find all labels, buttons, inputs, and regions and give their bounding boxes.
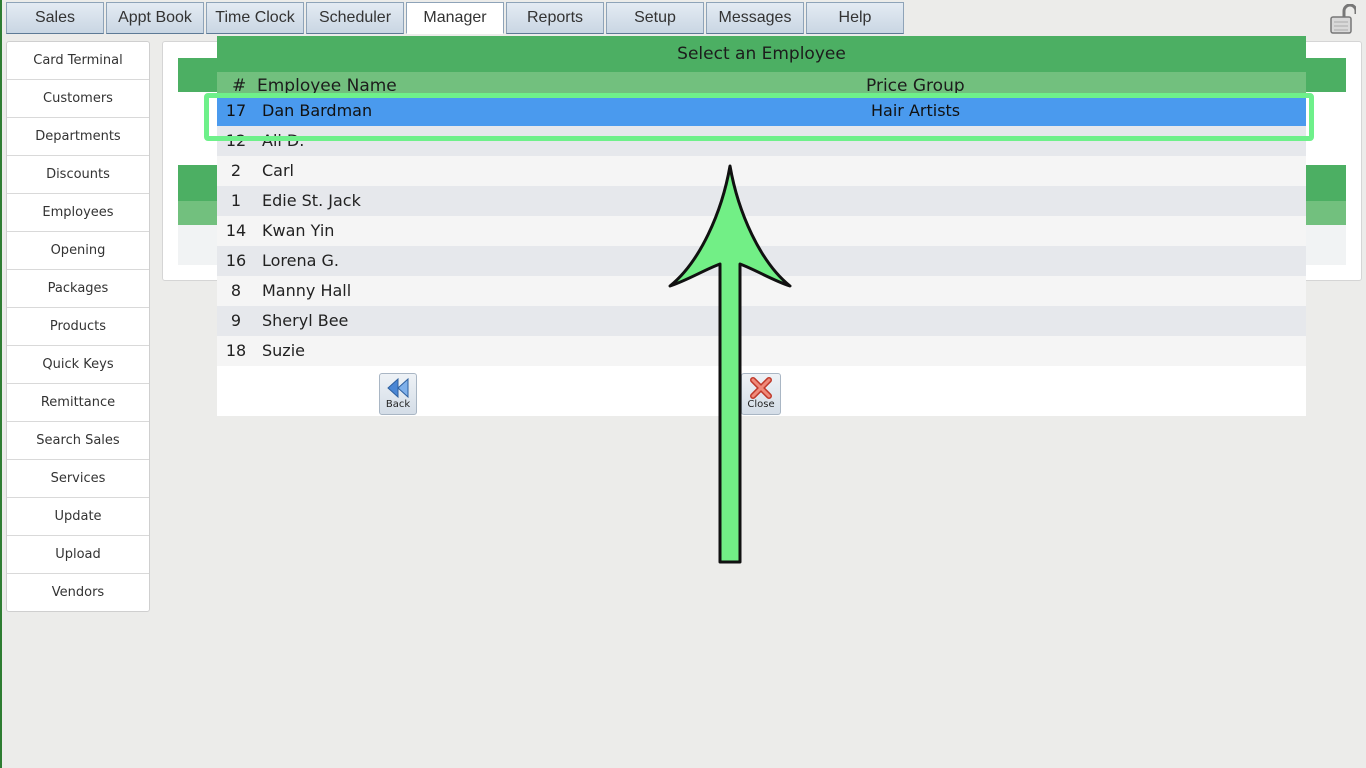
- tab-reports[interactable]: Reports: [506, 2, 604, 34]
- employee-number: 8: [230, 281, 242, 300]
- sidebar-item-products[interactable]: Products: [7, 308, 149, 346]
- selection-highlight: [204, 93, 1314, 141]
- tab-appt-book[interactable]: Appt Book: [106, 2, 204, 34]
- sidebar-item-update[interactable]: Update: [7, 498, 149, 536]
- employee-name: Suzie: [262, 341, 305, 360]
- dialog-title: Select an Employee: [217, 36, 1306, 72]
- employee-number: 9: [230, 311, 242, 330]
- manager-sidebar: Card Terminal Customers Departments Disc…: [6, 41, 150, 612]
- main-tabs: Sales Appt Book Time Clock Scheduler Man…: [6, 2, 906, 36]
- sidebar-item-services[interactable]: Services: [7, 460, 149, 498]
- employee-name: Sheryl Bee: [262, 311, 349, 330]
- employee-number: 14: [225, 221, 247, 240]
- employee-name: Manny Hall: [262, 281, 352, 300]
- employee-name: Edie St. Jack: [262, 191, 361, 210]
- sidebar-item-packages[interactable]: Packages: [7, 270, 149, 308]
- tab-time-clock[interactable]: Time Clock: [206, 2, 304, 34]
- sidebar-item-search-sales[interactable]: Search Sales: [7, 422, 149, 460]
- sidebar-item-vendors[interactable]: Vendors: [7, 574, 149, 611]
- tab-sales[interactable]: Sales: [6, 2, 104, 34]
- back-button[interactable]: Back: [379, 373, 417, 415]
- employee-number: 2: [230, 161, 242, 180]
- sidebar-item-remittance[interactable]: Remittance: [7, 384, 149, 422]
- tab-setup[interactable]: Setup: [606, 2, 704, 34]
- back-button-label: Back: [385, 399, 411, 410]
- sidebar-item-card-terminal[interactable]: Card Terminal: [7, 42, 149, 80]
- employee-number: 1: [230, 191, 242, 210]
- sidebar-item-employees[interactable]: Employees: [7, 194, 149, 232]
- tab-manager[interactable]: Manager: [406, 2, 504, 34]
- left-edge-line: [0, 0, 2, 768]
- sidebar-item-quick-keys[interactable]: Quick Keys: [7, 346, 149, 384]
- sidebar-item-customers[interactable]: Customers: [7, 80, 149, 118]
- sidebar-item-discounts[interactable]: Discounts: [7, 156, 149, 194]
- employee-number: 16: [225, 251, 247, 270]
- tab-help[interactable]: Help: [806, 2, 904, 34]
- arrow-up-icon: [668, 164, 792, 564]
- tab-scheduler[interactable]: Scheduler: [306, 2, 404, 34]
- sidebar-item-opening[interactable]: Opening: [7, 232, 149, 270]
- employee-name: Kwan Yin: [262, 221, 335, 240]
- double-chevron-left-icon: [387, 377, 409, 399]
- tab-messages[interactable]: Messages: [706, 2, 804, 34]
- lock-icon[interactable]: [1330, 4, 1356, 34]
- sidebar-item-departments[interactable]: Departments: [7, 118, 149, 156]
- sidebar-item-upload[interactable]: Upload: [7, 536, 149, 574]
- employee-name: Carl: [262, 161, 294, 180]
- employee-name: Lorena G.: [262, 251, 340, 270]
- employee-number: 18: [225, 341, 247, 360]
